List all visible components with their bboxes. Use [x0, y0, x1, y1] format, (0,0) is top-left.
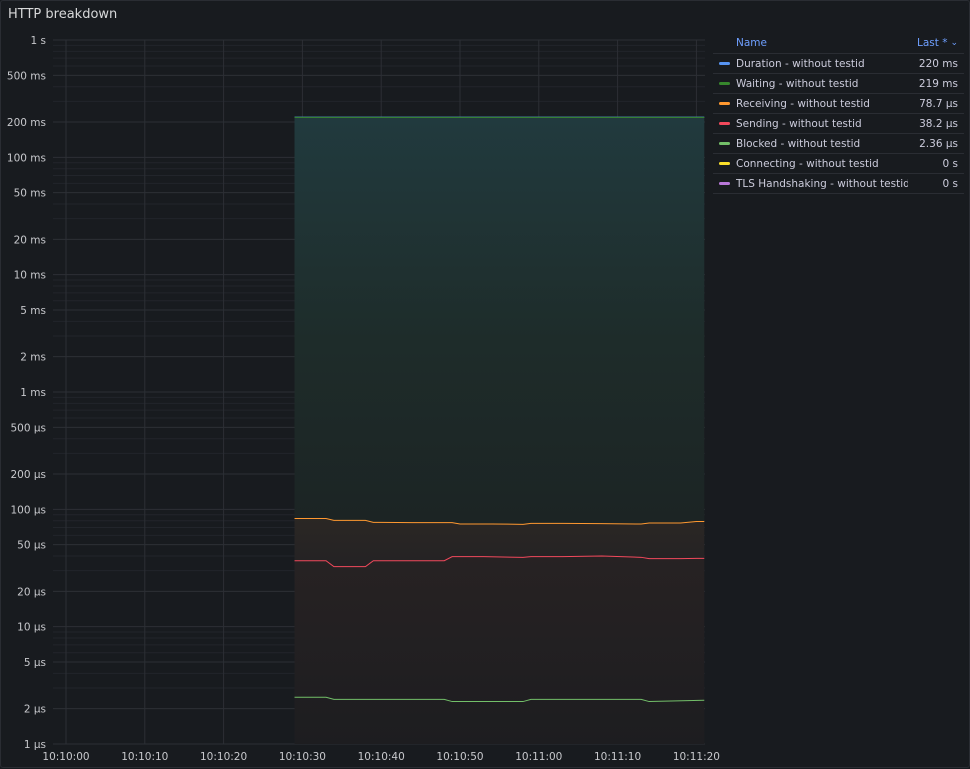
legend-table: Name Last * ⌄ Duration - without testid 2…	[713, 33, 964, 194]
panel: HTTP breakdown 1 s 500 ms 200 ms 100 ms 50 m…	[0, 0, 970, 768]
x-tick-label: 10:10:30	[279, 751, 326, 763]
legend-row[interactable]: Receiving - without testid 78.7 µs	[713, 94, 964, 114]
legend-header: Name Last * ⌄	[713, 33, 964, 54]
legend-series-last-value: 0 s	[942, 157, 959, 170]
y-tick-label: 500 ms	[7, 70, 46, 82]
x-tick-label: 10:11:10	[594, 751, 641, 763]
y-tick-label: 10 µs	[17, 622, 46, 634]
series-color-swatch	[719, 122, 730, 125]
y-tick-label: 1 s	[31, 35, 47, 47]
x-tick-label: 10:10:50	[436, 751, 483, 763]
y-tick-label: 500 µs	[10, 422, 46, 434]
legend-series-last-value: 78.7 µs	[919, 97, 958, 110]
y-tick-label: 50 ms	[14, 188, 46, 200]
y-tick-label: 1 µs	[24, 739, 46, 751]
legend-series-name[interactable]: Waiting - without testid	[736, 78, 908, 90]
legend-series-name[interactable]: Connecting - without testid	[736, 158, 908, 170]
x-tick-label: 10:10:00	[42, 751, 89, 763]
x-tick-label: 10:11:20	[673, 751, 720, 763]
legend-row[interactable]: TLS Handshaking - without testid 0 s	[713, 174, 964, 194]
legend-series-last-value: 219 ms	[918, 77, 958, 90]
legend-row[interactable]: Connecting - without testid 0 s	[713, 154, 964, 174]
y-tick-label: 2 µs	[24, 704, 46, 716]
legend-row[interactable]: Sending - without testid 38.2 µs	[713, 114, 964, 134]
series-color-swatch	[719, 102, 730, 105]
series-color-swatch	[719, 162, 730, 165]
chevron-down-icon: ⌄	[950, 38, 958, 48]
y-tick-label: 100 µs	[10, 504, 46, 516]
y-tick-label: 200 ms	[7, 117, 46, 129]
y-tick-label: 10 ms	[14, 270, 46, 282]
y-tick-label: 200 µs	[10, 469, 46, 481]
y-tick-label: 20 µs	[17, 586, 46, 598]
sending-area-fill	[294, 556, 705, 744]
legend-header-last[interactable]: Last * ⌄	[917, 37, 958, 49]
legend-series-name[interactable]: Receiving - without testid	[736, 98, 908, 110]
legend-series-name[interactable]: TLS Handshaking - without testid	[736, 178, 908, 190]
legend-header-name[interactable]: Name	[736, 37, 767, 49]
y-tick-label: 50 µs	[17, 540, 46, 552]
y-tick-label: 20 ms	[14, 234, 46, 246]
x-tick-label: 10:10:20	[200, 751, 247, 763]
y-tick-label: 2 ms	[20, 352, 46, 364]
legend-series-last-value: 220 ms	[918, 57, 958, 70]
legend-row[interactable]: Waiting - without testid 219 ms	[713, 74, 964, 94]
y-tick-label: 100 ms	[7, 152, 46, 164]
series-color-swatch	[719, 82, 730, 85]
legend-series-name[interactable]: Duration - without testid	[736, 58, 908, 70]
waiting-area-fill	[294, 117, 705, 525]
legend-row[interactable]: Blocked - without testid 2.36 µs	[713, 134, 964, 154]
series-color-swatch	[719, 62, 730, 65]
series-color-swatch	[719, 142, 730, 145]
legend-series-name[interactable]: Sending - without testid	[736, 118, 908, 130]
legend-row[interactable]: Duration - without testid 220 ms	[713, 54, 964, 74]
legend-series-name[interactable]: Blocked - without testid	[736, 138, 908, 150]
legend-series-last-value: 0 s	[942, 177, 959, 190]
x-tick-label: 10:10:10	[121, 751, 168, 763]
y-tick-label: 5 ms	[20, 305, 46, 317]
legend-header-last-label: Last *	[916, 37, 948, 49]
x-tick-label: 10:10:40	[358, 751, 405, 763]
x-tick-label: 10:11:00	[515, 751, 562, 763]
series-color-swatch	[719, 182, 730, 185]
y-tick-label: 1 ms	[20, 387, 46, 399]
legend-series-last-value: 38.2 µs	[919, 117, 958, 130]
legend-series-last-value: 2.36 µs	[919, 137, 958, 150]
y-tick-label: 5 µs	[24, 657, 46, 669]
